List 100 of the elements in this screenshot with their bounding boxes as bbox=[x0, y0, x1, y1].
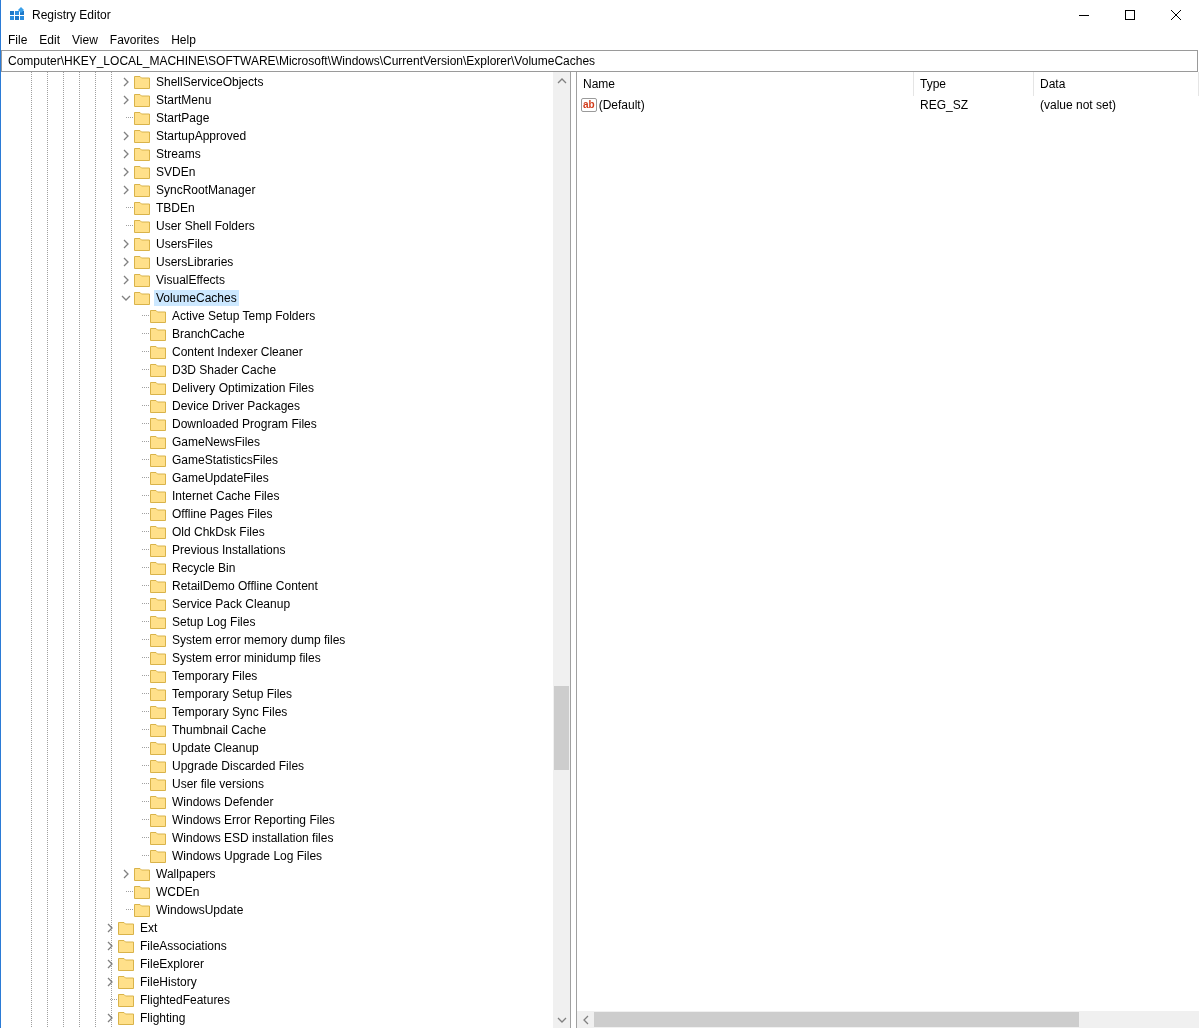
tree-item[interactable]: Windows Defender bbox=[170, 794, 276, 810]
tree-item[interactable]: StartupApproved bbox=[154, 128, 249, 144]
folder-icon bbox=[134, 255, 150, 269]
tree-item[interactable]: Windows Upgrade Log Files bbox=[170, 848, 325, 864]
expand-chevron-icon[interactable] bbox=[121, 77, 131, 87]
tree-item[interactable]: Offline Pages Files bbox=[170, 506, 275, 522]
tree-item[interactable]: System error memory dump files bbox=[170, 632, 348, 648]
expand-chevron-icon[interactable] bbox=[105, 923, 115, 933]
tree-item[interactable]: Setup Log Files bbox=[170, 614, 258, 630]
folder-icon bbox=[134, 219, 150, 233]
expand-chevron-icon[interactable] bbox=[121, 131, 131, 141]
folder-icon bbox=[134, 237, 150, 251]
menu-item[interactable]: File bbox=[2, 33, 34, 47]
tree-item[interactable]: System error minidump files bbox=[170, 650, 323, 666]
expand-chevron-icon[interactable] bbox=[121, 167, 131, 177]
tree-item[interactable]: Content Indexer Cleaner bbox=[170, 344, 305, 360]
tree-item[interactable]: GameStatisticsFiles bbox=[170, 452, 281, 468]
tree-item[interactable]: SVDEn bbox=[154, 164, 198, 180]
folder-icon bbox=[150, 795, 166, 809]
tree-item[interactable]: VisualEffects bbox=[154, 272, 227, 288]
expand-chevron-icon[interactable] bbox=[105, 977, 115, 987]
expand-chevron-icon[interactable] bbox=[121, 185, 131, 195]
expand-chevron-icon[interactable] bbox=[121, 257, 131, 267]
expand-chevron-icon[interactable] bbox=[105, 959, 115, 969]
value-name[interactable]: (Default) bbox=[598, 98, 645, 112]
tree-item[interactable]: Windows Error Reporting Files bbox=[170, 812, 337, 828]
tree-item[interactable]: FlightedFeatures bbox=[138, 992, 233, 1008]
tree-item[interactable]: Flighting bbox=[138, 1010, 188, 1026]
tree-item[interactable]: Service Pack Cleanup bbox=[170, 596, 293, 612]
folder-icon bbox=[134, 201, 150, 215]
tree-item[interactable]: Windows ESD installation files bbox=[170, 830, 336, 846]
menu-item[interactable]: Favorites bbox=[103, 33, 166, 47]
tree-item[interactable]: Temporary Files bbox=[170, 668, 260, 684]
folder-icon bbox=[134, 885, 150, 899]
folder-icon bbox=[150, 471, 166, 485]
close-icon bbox=[1171, 10, 1181, 20]
scrollbar-thumb[interactable] bbox=[554, 686, 569, 770]
tree-item[interactable]: Temporary Setup Files bbox=[170, 686, 295, 702]
value-type: REG_SZ bbox=[919, 98, 969, 112]
tree-item[interactable]: Temporary Sync Files bbox=[170, 704, 290, 720]
folder-icon bbox=[134, 183, 150, 197]
folder-icon bbox=[134, 903, 150, 917]
tree-item[interactable]: Streams bbox=[154, 146, 203, 162]
expand-chevron-icon[interactable] bbox=[121, 869, 131, 879]
tree-item[interactable]: WCDEn bbox=[154, 884, 202, 900]
expand-chevron-icon[interactable] bbox=[121, 275, 131, 285]
column-header[interactable]: Type bbox=[914, 72, 1034, 96]
value-data: (value not set) bbox=[1039, 98, 1118, 112]
expand-chevron-icon[interactable] bbox=[121, 239, 131, 249]
tree-item[interactable]: Internet Cache Files bbox=[170, 488, 282, 504]
folder-icon bbox=[150, 579, 166, 593]
expand-chevron-icon[interactable] bbox=[121, 95, 131, 105]
tree-item[interactable]: FileHistory bbox=[138, 974, 199, 990]
tree-item[interactable]: User file versions bbox=[170, 776, 267, 792]
tree-item[interactable]: Recycle Bin bbox=[170, 560, 238, 576]
expand-chevron-icon[interactable] bbox=[121, 149, 131, 159]
expand-chevron-icon[interactable] bbox=[105, 941, 115, 951]
tree-item[interactable]: StartMenu bbox=[154, 92, 214, 108]
tree-item[interactable]: Wallpapers bbox=[154, 866, 218, 882]
tree-item[interactable]: Downloaded Program Files bbox=[170, 416, 319, 432]
column-header[interactable]: Name bbox=[577, 72, 914, 96]
tree-item[interactable]: D3D Shader Cache bbox=[170, 362, 279, 378]
folder-icon bbox=[150, 723, 166, 737]
folder-icon bbox=[150, 597, 166, 611]
tree-item[interactable]: RetailDemo Offline Content bbox=[170, 578, 320, 594]
menu-item[interactable]: Edit bbox=[33, 33, 67, 47]
tree-item[interactable]: WindowsUpdate bbox=[154, 902, 246, 918]
tree-item[interactable]: Ext bbox=[138, 920, 160, 936]
address-bar[interactable]: Computer\HKEY_LOCAL_MACHINE\SOFTWARE\Microsoft\Windows\CurrentVersion\Explorer\VolumeCaches bbox=[1, 50, 1198, 72]
tree-item[interactable]: GameNewsFiles bbox=[170, 434, 263, 450]
tree-item[interactable]: SyncRootManager bbox=[154, 182, 258, 198]
tree-item[interactable]: VolumeCaches bbox=[154, 290, 239, 306]
tree-item[interactable]: Upgrade Discarded Files bbox=[170, 758, 307, 774]
tree-item[interactable]: FileExplorer bbox=[138, 956, 207, 972]
collapse-chevron-icon[interactable] bbox=[121, 293, 131, 303]
tree-item[interactable]: Update Cleanup bbox=[170, 740, 261, 756]
tree-item[interactable]: GameUpdateFiles bbox=[170, 470, 271, 486]
tree-item[interactable]: Thumbnail Cache bbox=[170, 722, 269, 738]
tree-item[interactable]: TBDEn bbox=[154, 200, 197, 216]
tree-item[interactable]: FileAssociations bbox=[138, 938, 229, 954]
menu-item[interactable]: View bbox=[66, 33, 104, 47]
expand-chevron-icon[interactable] bbox=[105, 1013, 115, 1023]
column-header[interactable]: Data bbox=[1034, 72, 1199, 96]
tree-item[interactable]: Old ChkDsk Files bbox=[170, 524, 267, 540]
tree-item[interactable]: Device Driver Packages bbox=[170, 398, 303, 414]
tree-item[interactable]: BranchCache bbox=[170, 326, 247, 342]
tree-item[interactable]: ShellServiceObjects bbox=[154, 74, 266, 90]
folder-icon bbox=[150, 417, 166, 431]
tree-item[interactable]: UsersFiles bbox=[154, 236, 215, 252]
horizontal-scrollbar[interactable] bbox=[577, 1011, 1199, 1028]
tree-item[interactable]: Active Setup Temp Folders bbox=[170, 308, 318, 324]
tree-item[interactable]: UsersLibraries bbox=[154, 254, 236, 270]
tree-item[interactable]: StartPage bbox=[154, 110, 212, 126]
tree-item[interactable]: Delivery Optimization Files bbox=[170, 380, 317, 396]
tree-item[interactable]: User Shell Folders bbox=[154, 218, 257, 234]
folder-icon bbox=[134, 111, 150, 125]
menu-item[interactable]: Help bbox=[165, 33, 202, 47]
vertical-scrollbar[interactable] bbox=[553, 72, 570, 1028]
tree-item[interactable]: Previous Installations bbox=[170, 542, 288, 558]
scrollbar-thumb[interactable] bbox=[594, 1012, 1079, 1027]
